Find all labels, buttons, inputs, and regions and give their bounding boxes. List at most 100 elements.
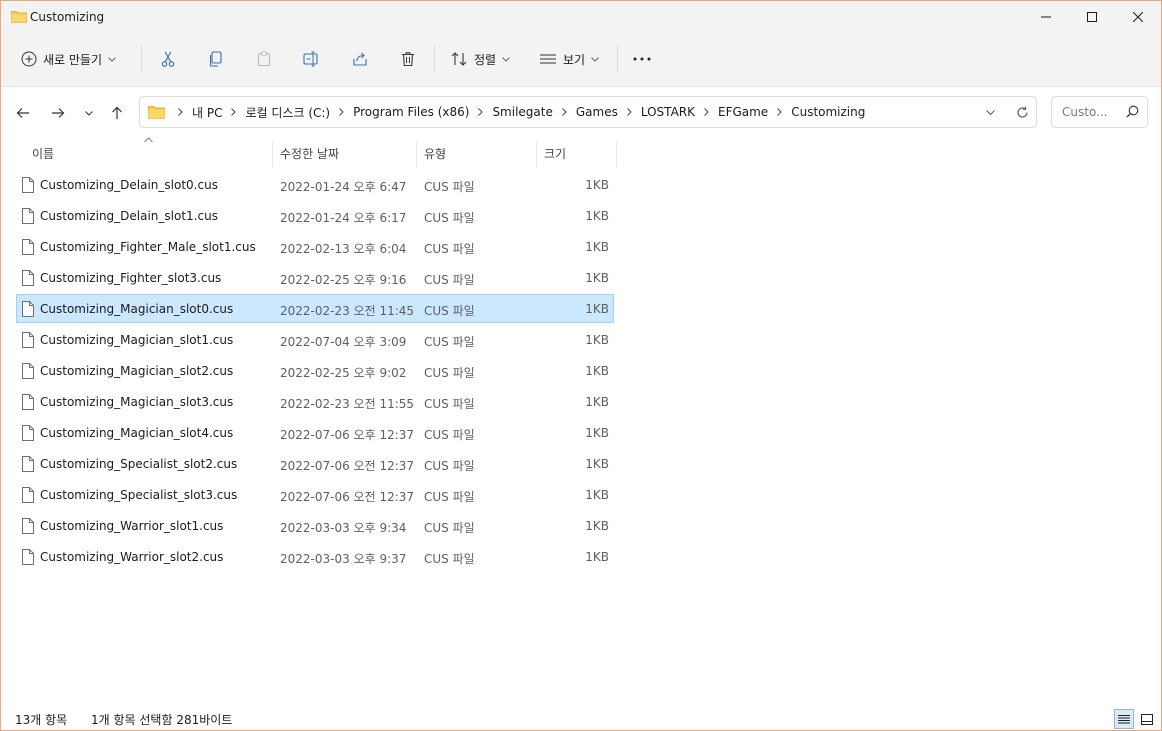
file-row[interactable]: Customizing_Warrior_slot2.cus 2022-03-03 … — [16, 542, 614, 571]
new-button[interactable]: 새로 만들기 — [21, 45, 116, 73]
search-box[interactable]: Custo... — [1051, 96, 1148, 128]
file-row[interactable]: Customizing_Warrior_slot1.cus 2022-03-03 … — [16, 511, 614, 540]
refresh-button[interactable] — [1009, 97, 1035, 127]
cut-button[interactable] — [158, 45, 178, 73]
file-date: 2022-01-24 오후 6:17 — [280, 211, 407, 225]
title-bar: Customizing — [1, 1, 1161, 33]
column-header-size-label: 크기 — [544, 146, 567, 161]
rename-button[interactable] — [302, 45, 322, 73]
file-date: 2022-01-24 오후 6:47 — [280, 180, 407, 194]
file-row[interactable]: Customizing_Fighter_Male_slot1.cus 2022-0… — [16, 232, 614, 261]
column-header-date[interactable]: 수정한 날짜 — [280, 139, 416, 167]
column-divider[interactable] — [416, 141, 417, 167]
file-row[interactable]: Customizing_Specialist_slot2.cus 2022-07-… — [16, 449, 614, 478]
arrow-right-icon — [52, 108, 65, 118]
file-size: 1KB — [585, 457, 609, 471]
breadcrumb-item[interactable]: 로컬 디스크 (C:) — [243, 104, 332, 121]
breadcrumb-item[interactable]: 내 PC — [190, 104, 224, 121]
recent-locations-button[interactable] — [77, 101, 101, 125]
toolbar-divider — [434, 45, 435, 73]
delete-button[interactable] — [398, 45, 418, 73]
breadcrumb-item[interactable]: Smilegate — [490, 105, 554, 119]
file-row[interactable]: Customizing_Magician_slot2.cus 2022-02-25… — [16, 356, 614, 385]
file-size: 1KB — [585, 302, 609, 316]
file-date: 2022-07-06 오전 12:37 — [280, 459, 415, 473]
breadcrumb-separator — [626, 108, 632, 116]
more-dots-icon — [633, 57, 651, 61]
file-size: 1KB — [585, 364, 609, 378]
details-view-button[interactable] — [1114, 709, 1134, 729]
share-button[interactable] — [350, 45, 370, 73]
minimize-button[interactable] — [1023, 1, 1069, 33]
file-row[interactable]: Customizing_Magician_slot3.cus 2022-02-23… — [16, 387, 614, 416]
breadcrumb-item[interactable]: Games — [574, 105, 620, 119]
up-button[interactable] — [105, 101, 129, 125]
copy-icon — [209, 51, 222, 67]
file-size: 1KB — [585, 240, 609, 254]
file-size: 1KB — [585, 519, 609, 533]
chevron-down-icon — [108, 56, 116, 62]
file-row[interactable]: Customizing_Specialist_slot3.cus 2022-07-… — [16, 480, 614, 509]
file-date: 2022-03-03 오후 9:34 — [280, 521, 407, 535]
copy-button[interactable] — [206, 45, 226, 73]
file-name: Customizing_Magician_slot3.cus — [40, 395, 234, 409]
breadcrumb: 내 PC 로컬 디스크 (C:) Program Files (x86) Smi… — [148, 97, 867, 127]
large-icons-view-icon — [1141, 713, 1153, 725]
file-name: Customizing_Warrior_slot1.cus — [40, 519, 224, 533]
breadcrumb-item[interactable]: Program Files (x86) — [351, 105, 471, 119]
breadcrumb-item[interactable]: LOSTARK — [639, 105, 697, 119]
column-divider[interactable] — [272, 141, 273, 167]
folder-icon — [11, 11, 27, 23]
breadcrumb-separator — [562, 108, 567, 116]
file-size: 1KB — [585, 333, 609, 347]
file-date: 2022-02-23 오전 11:55 — [280, 397, 415, 411]
file-date: 2022-07-06 오후 12:37 — [280, 428, 415, 442]
maximize-button[interactable] — [1069, 1, 1115, 33]
sort-button[interactable]: 정렬 — [450, 45, 510, 73]
forward-button[interactable] — [46, 101, 70, 125]
column-header-name[interactable]: 이름 — [32, 139, 272, 167]
file-row[interactable]: Customizing_Delain_slot0.cus 2022-01-24 오… — [16, 170, 614, 199]
column-divider[interactable] — [536, 141, 537, 167]
chevron-down-icon — [591, 56, 599, 62]
file-row[interactable]: Customizing_Magician_slot0.cus 2022-02-23… — [16, 294, 614, 323]
sort-button-label: 정렬 — [474, 52, 497, 67]
column-header-type[interactable]: 유형 — [424, 139, 536, 167]
file-row[interactable]: Customizing_Magician_slot1.cus 2022-07-04… — [16, 325, 614, 354]
close-button[interactable] — [1115, 1, 1161, 33]
address-bar[interactable]: 내 PC 로컬 디스크 (C:) Program Files (x86) Smi… — [139, 96, 1037, 128]
column-header-size[interactable]: 크기 — [544, 139, 616, 167]
breadcrumb-separator — [231, 108, 237, 116]
window-title: Customizing — [30, 10, 105, 24]
file-icon — [22, 270, 34, 286]
paste-icon — [257, 51, 271, 67]
file-date: 2022-02-23 오전 11:45 — [280, 304, 415, 318]
details-view-icon — [1118, 714, 1130, 723]
file-size: 1KB — [585, 178, 609, 192]
paste-button[interactable] — [254, 45, 274, 73]
breadcrumb-item[interactable]: EFGame — [716, 105, 770, 119]
back-button[interactable] — [11, 101, 35, 125]
file-size: 1KB — [585, 209, 609, 223]
file-row[interactable]: Customizing_Delain_slot1.cus 2022-01-24 오… — [16, 201, 614, 230]
file-size: 1KB — [585, 395, 609, 409]
chevron-right-icon — [704, 108, 709, 116]
search-icon — [1126, 105, 1139, 118]
file-row[interactable]: Customizing_Fighter_slot3.cus 2022-02-25 … — [16, 263, 614, 292]
file-type: CUS 파일 — [424, 521, 475, 535]
breadcrumb-item[interactable]: Customizing — [789, 105, 867, 119]
item-count: 13개 항목 — [15, 713, 68, 727]
large-icons-view-button[interactable] — [1137, 709, 1157, 729]
more-options-button[interactable] — [632, 45, 652, 73]
file-icon — [22, 239, 34, 255]
selection-info: 1개 항목 선택함 281바이트 — [91, 713, 233, 727]
file-icon — [22, 332, 34, 348]
file-icon — [22, 394, 34, 410]
file-row[interactable]: Customizing_Magician_slot4.cus 2022-07-06… — [16, 418, 614, 447]
view-button[interactable]: 보기 — [539, 45, 599, 73]
refresh-icon — [1016, 106, 1028, 118]
column-divider[interactable] — [616, 141, 617, 167]
address-history-button[interactable] — [977, 97, 1003, 127]
sort-arrows-icon — [451, 52, 467, 66]
search-placeholder: Custo... — [1062, 105, 1108, 119]
